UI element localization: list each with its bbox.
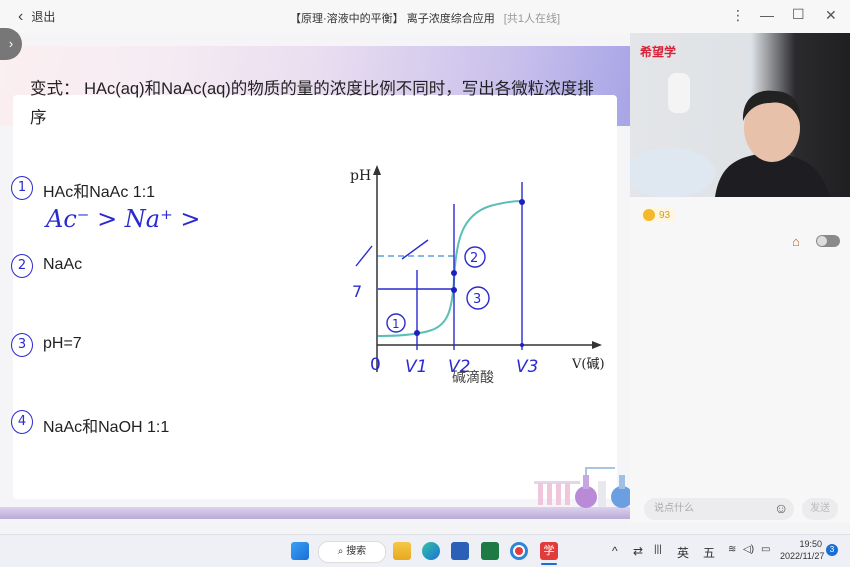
bars-icon[interactable]: |||: [654, 544, 662, 555]
point-label-2: 2: [470, 251, 478, 266]
titration-curve: [377, 200, 523, 337]
active-app-indicator: [541, 563, 557, 565]
x-axis-arrow: [592, 341, 602, 349]
point-label-3: 3: [473, 292, 481, 307]
battery-icon[interactable]: ▭: [761, 544, 770, 555]
close-icon[interactable]: ✕: [825, 7, 837, 24]
right-sidebar: 希望学 93 ⌂ 说点什么 ☺ 发送: [630, 33, 850, 523]
record-app-icon[interactable]: [510, 542, 528, 560]
y-axis-label: pH: [350, 168, 371, 184]
origin-label: 0: [370, 355, 381, 375]
y-axis-arrow: [373, 165, 381, 175]
item-4-text: NaAc和NaOH 1:1: [43, 419, 170, 436]
excel-icon[interactable]: [481, 542, 499, 560]
wall-fixture: [668, 73, 690, 113]
lab-flasks-icon: [534, 467, 630, 508]
clock-time: 19:50: [799, 539, 822, 549]
search-label: 搜索: [346, 546, 367, 557]
file-explorer-icon[interactable]: [393, 542, 411, 560]
x-mark-v2: V2: [448, 357, 470, 377]
chevron-up-icon[interactable]: ^: [612, 544, 618, 558]
clock[interactable]: 19:50 2022/11/27: [780, 538, 825, 562]
xiwangxue-app-icon[interactable]: 学: [540, 542, 558, 560]
x-mark-v1: V1: [405, 357, 427, 377]
x-axis-label: V(碱): [571, 357, 605, 372]
y-mark-7: 7: [352, 282, 362, 301]
wifi-icon[interactable]: ≋: [728, 544, 736, 555]
minimize-icon[interactable]: —: [760, 7, 774, 23]
ink-stroke: [401, 239, 429, 260]
search-icon: ⌕: [337, 546, 347, 557]
more-icon[interactable]: ⋮: [731, 7, 745, 24]
ime-language[interactable]: 英: [677, 544, 689, 561]
ime-mode[interactable]: 五: [703, 544, 715, 561]
toggle-switch[interactable]: [816, 235, 840, 247]
emoji-icon[interactable]: ☺: [774, 500, 788, 516]
titration-graph: pH V(碱) 碱滴酸 1 2 3 7 0 V1 V2 V3: [350, 165, 605, 386]
coin-badge: 93: [641, 208, 677, 222]
network-settings-icon[interactable]: ⇄: [633, 544, 643, 558]
coin-icon: [643, 209, 655, 221]
taskbar: ⌕ 搜索 学 ^ ⇄ ||| 英 五 ≋ ◁) ▭ 19:50 2022/11/…: [0, 534, 850, 567]
notification-badge[interactable]: 3: [826, 544, 838, 556]
word-icon[interactable]: [451, 542, 469, 560]
point-label-1: 1: [392, 317, 400, 331]
item-number-4: 4: [11, 410, 33, 434]
send-button[interactable]: 发送: [802, 498, 838, 520]
data-point-v3-axis: [520, 343, 524, 347]
chat-input[interactable]: 说点什么: [644, 498, 794, 520]
data-point-v2-upper: [451, 270, 457, 276]
coin-count: 93: [659, 209, 671, 221]
search-button[interactable]: ⌕ 搜索: [318, 541, 386, 563]
data-point-v1: [414, 330, 420, 336]
data-point-v3: [519, 199, 525, 205]
edge-browser-icon[interactable]: [422, 542, 440, 560]
home-icon[interactable]: ⌂: [792, 234, 800, 249]
volume-icon[interactable]: ◁): [743, 544, 754, 555]
teacher-video-frame: [630, 73, 830, 197]
teacher-video[interactable]: 希望学: [630, 33, 850, 197]
ink-stroke: [355, 245, 373, 267]
maximize-icon[interactable]: ☐: [792, 6, 805, 23]
pillow: [630, 148, 715, 197]
start-icon[interactable]: [291, 542, 309, 560]
clock-date: 2022/11/27: [780, 551, 825, 561]
data-point-v2-ph7: [451, 287, 457, 293]
x-mark-v3: V3: [516, 357, 538, 377]
